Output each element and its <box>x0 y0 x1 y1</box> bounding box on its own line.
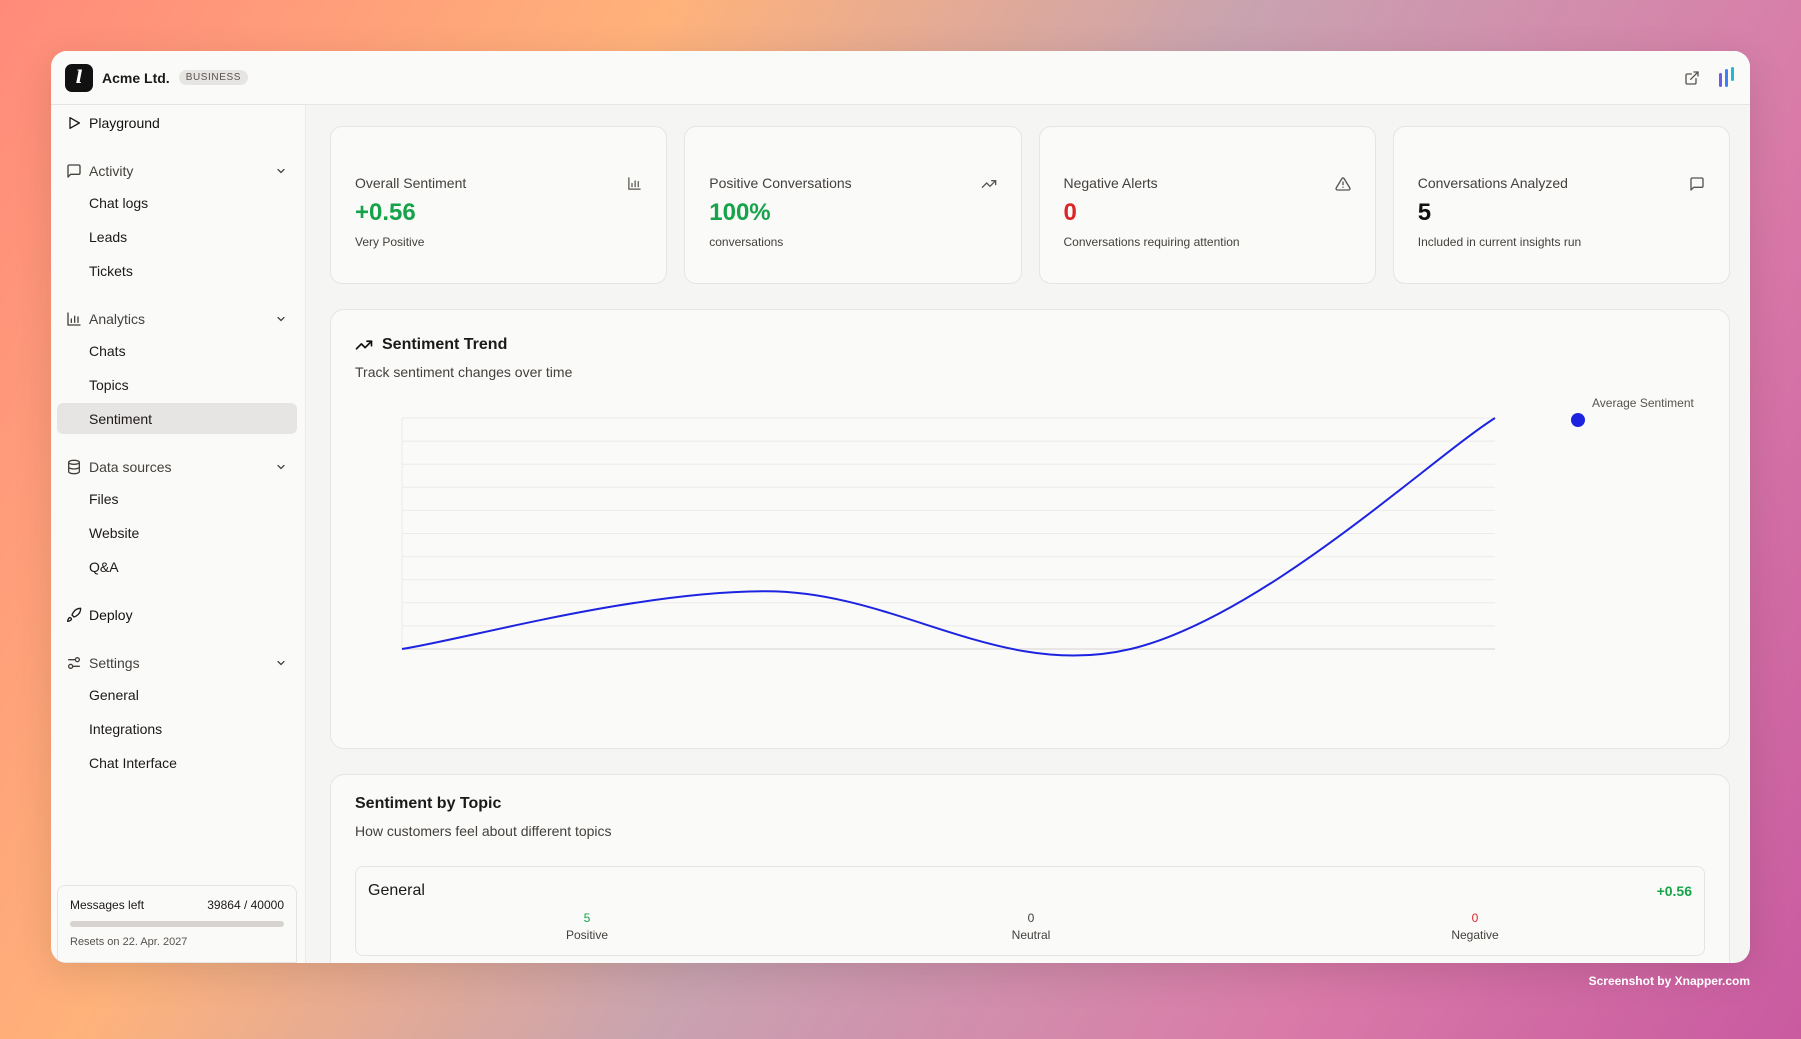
sidebar-item-files[interactable]: Files <box>57 483 297 514</box>
stat-card-negative-alerts: Negative Alerts 0 Conversations requirin… <box>1038 126 1376 284</box>
main-content: Overall Sentiment +0.56 Very Positive Po… <box>306 105 1750 963</box>
count-value: 5 <box>583 911 591 925</box>
screenshot-credit: Screenshot by Xnapper.com <box>1588 974 1750 988</box>
trending-up-icon <box>981 176 997 197</box>
brand-bars-icon[interactable] <box>1718 66 1736 89</box>
bar-chart-icon <box>627 176 642 196</box>
org-name[interactable]: Acme Ltd. <box>102 70 170 86</box>
message-square-icon <box>66 163 82 179</box>
quota-value: 39864 / 40000 <box>207 898 284 912</box>
stat-label: Negative Alerts <box>1063 175 1158 191</box>
sidebar-item-label: Deploy <box>89 607 133 623</box>
topic-row-general[interactable]: General +0.56 5 Positive 0 Neutral 0 Neg… <box>355 866 1705 956</box>
count-label: Positive <box>565 928 609 942</box>
chevron-down-icon[interactable] <box>275 460 287 476</box>
stat-subtext: Very Positive <box>355 235 425 249</box>
org-logo[interactable]: l <box>65 63 93 92</box>
app-window: l Acme Ltd. BUSINESS Playground Activity… <box>51 51 1750 963</box>
stat-card-overall-sentiment: Overall Sentiment +0.56 Very Positive <box>330 126 668 284</box>
sidebar-section-data-sources[interactable]: Data sources <box>57 451 297 483</box>
quota-label: Messages left <box>70 898 145 912</box>
alert-triangle-icon <box>1335 176 1351 197</box>
sidebar-section-analytics[interactable]: Analytics <box>57 303 297 335</box>
series-line-average-sentiment <box>401 417 1496 657</box>
sidebar-item-playground[interactable]: Playground <box>57 107 297 139</box>
stat-label: Positive Conversations <box>709 175 852 191</box>
sidebar-item-integrations[interactable]: Integrations <box>57 713 297 744</box>
message-square-icon <box>1689 176 1705 197</box>
plan-badge: BUSINESS <box>178 70 249 85</box>
sidebar-item-topics[interactable]: Topics <box>57 369 297 400</box>
topic-neutral-count: 0 Neutral <box>971 911 1091 942</box>
stat-label: Conversations Analyzed <box>1417 175 1568 191</box>
sliders-icon <box>66 655 82 671</box>
topic-positive-count: 5 Positive <box>527 911 647 942</box>
stat-value: +0.56 <box>355 199 416 226</box>
count-label: Negative <box>1451 928 1499 942</box>
external-link-icon[interactable] <box>1684 70 1700 86</box>
sidebar: Playground Activity Chat logs Leads Tick… <box>51 105 306 963</box>
sidebar-item-chat-interface[interactable]: Chat Interface <box>57 747 297 778</box>
chevron-down-icon[interactable] <box>275 656 287 672</box>
sidebar-item-tickets[interactable]: Tickets <box>57 255 297 286</box>
stat-subtext: Included in current insights run <box>1417 235 1582 249</box>
sidebar-item-label: Playground <box>89 115 160 131</box>
play-icon <box>66 115 82 131</box>
chevron-down-icon[interactable] <box>275 312 287 328</box>
stat-value: 100% <box>709 199 771 226</box>
sentiment-by-topic-card: Sentiment by Topic How customers feel ab… <box>330 774 1730 963</box>
rocket-icon <box>66 607 82 623</box>
topic-score: +0.56 <box>1656 883 1692 899</box>
top-bar: l Acme Ltd. BUSINESS <box>51 51 1750 105</box>
count-label: Neutral <box>1011 928 1051 942</box>
sidebar-item-qa[interactable]: Q&A <box>57 551 297 582</box>
stat-label: Overall Sentiment <box>355 175 467 191</box>
stat-value: 5 <box>1417 199 1432 226</box>
sidebar-section-settings[interactable]: Settings <box>57 647 297 679</box>
quota-reset-text: Resets on 22. Apr. 2027 <box>70 936 188 948</box>
sidebar-item-deploy[interactable]: Deploy <box>57 599 297 631</box>
sidebar-item-chat-logs[interactable]: Chat logs <box>57 187 297 218</box>
sidebar-item-chats[interactable]: Chats <box>57 335 297 366</box>
count-value: 0 <box>1027 911 1035 925</box>
sidebar-item-general[interactable]: General <box>57 679 297 710</box>
legend-marker <box>1571 413 1585 427</box>
sidebar-section-activity[interactable]: Activity <box>57 155 297 187</box>
sidebar-item-leads[interactable]: Leads <box>57 221 297 252</box>
sidebar-section-label: Data sources <box>89 459 172 475</box>
sidebar-section-label: Settings <box>89 655 140 671</box>
card-subtitle: How customers feel about different topic… <box>355 823 612 839</box>
stat-value: 0 <box>1063 199 1077 226</box>
stat-subtext: conversations <box>709 235 784 249</box>
bar-chart-icon <box>66 311 82 327</box>
sidebar-section-label: Analytics <box>89 311 146 327</box>
sidebar-section-label: Activity <box>89 163 134 179</box>
stat-card-positive-conversations: Positive Conversations 100% conversation… <box>684 126 1022 284</box>
sentiment-trend-chart: Average Sentiment <box>401 396 1695 657</box>
message-quota: Messages left 39864 / 40000 Resets on 22… <box>57 885 297 963</box>
count-value: 0 <box>1471 911 1479 925</box>
stats-row: Overall Sentiment +0.56 Very Positive Po… <box>330 126 1730 284</box>
card-title: Sentiment by Topic <box>355 795 501 813</box>
topic-name: General <box>368 882 425 899</box>
database-icon <box>66 459 82 475</box>
quota-progress-fill <box>70 921 71 927</box>
sentiment-trend-card: Sentiment Trend Track sentiment changes … <box>330 309 1730 749</box>
topic-negative-count: 0 Negative <box>1415 911 1535 942</box>
stat-card-conversations-analyzed: Conversations Analyzed 5 Included in cur… <box>1392 126 1730 284</box>
legend-label: Average Sentiment <box>1592 396 1695 410</box>
sidebar-item-website[interactable]: Website <box>57 517 297 548</box>
card-title-text: Sentiment by Topic <box>355 795 502 812</box>
stat-subtext: Conversations requiring attention <box>1063 235 1240 249</box>
quota-progress-bar <box>70 921 284 927</box>
sidebar-item-sentiment[interactable]: Sentiment <box>57 403 297 434</box>
chevron-down-icon[interactable] <box>275 164 287 180</box>
